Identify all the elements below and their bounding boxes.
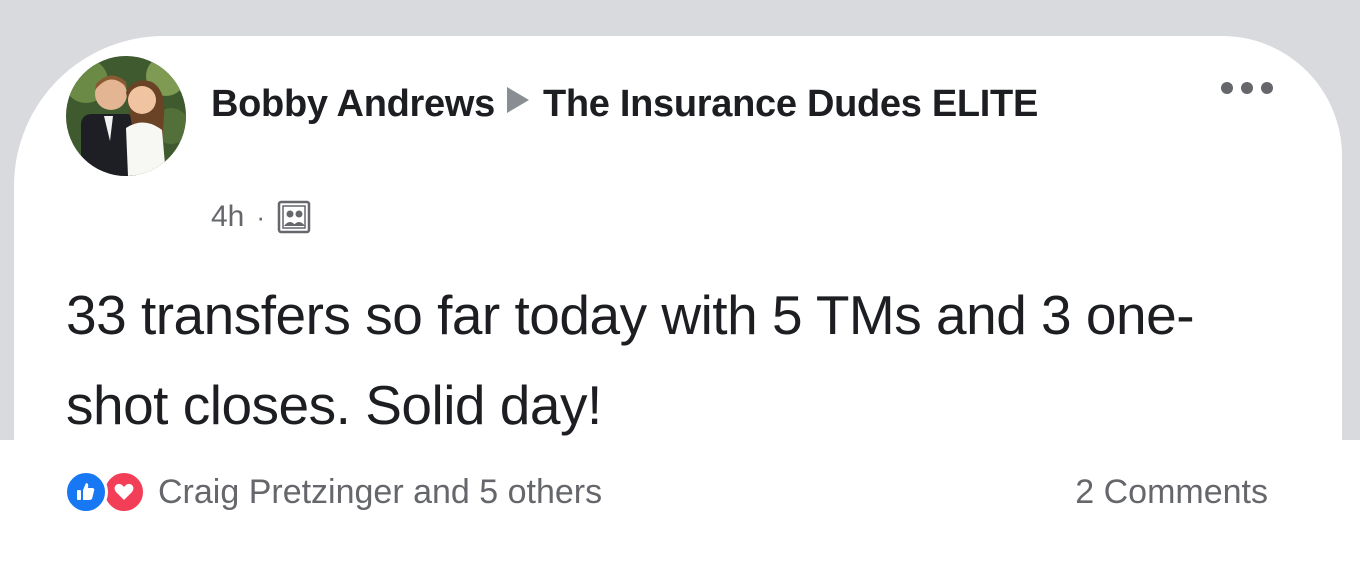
post-meta: 4h · [211, 197, 311, 237]
reactions-summary[interactable]: Craig Pretzinger and 5 others [64, 466, 602, 518]
author-avatar[interactable] [66, 56, 186, 176]
more-options-icon[interactable] [1221, 76, 1273, 100]
author-name[interactable]: Bobby Andrews [211, 83, 495, 125]
menu-dot [1221, 82, 1233, 94]
like-icon [64, 470, 108, 514]
shared-to-arrow-icon [506, 87, 529, 113]
group-name[interactable]: The Insurance Dudes ELITE [543, 83, 1038, 125]
menu-dot [1241, 82, 1253, 94]
menu-dot [1261, 82, 1273, 94]
love-icon [102, 470, 146, 514]
comments-count[interactable]: 2 Comments [1075, 466, 1268, 518]
post-timestamp[interactable]: 4h [211, 200, 244, 234]
post-body: 33 transfers so far today with 5 TMs and… [66, 284, 1195, 436]
meta-separator: · [256, 201, 266, 232]
reactions-text: Craig Pretzinger and 5 others [158, 472, 603, 511]
group-audience-icon [277, 200, 311, 234]
post-header-title: Bobby Andrews The Insurance Dudes ELITE [211, 74, 1111, 134]
